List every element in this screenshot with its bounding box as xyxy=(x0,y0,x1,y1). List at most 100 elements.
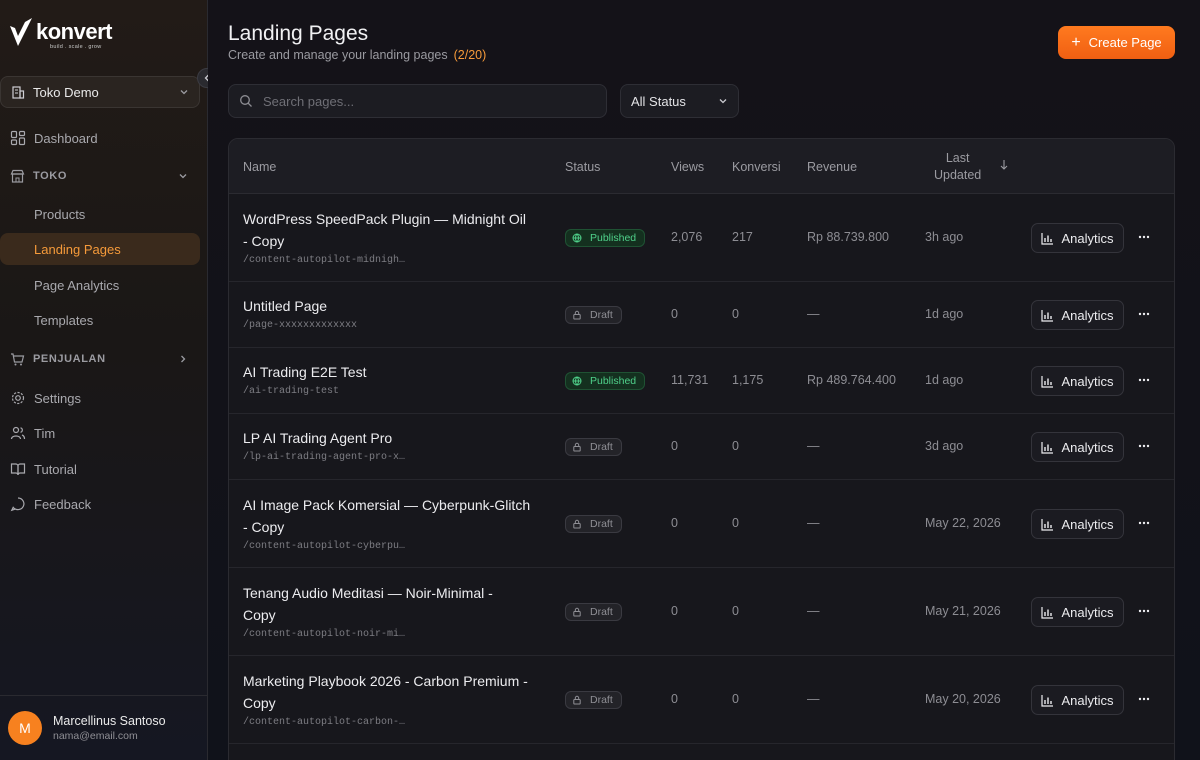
views-value: 2,076 xyxy=(671,230,703,244)
page-title-continuation[interactable]: Copy xyxy=(243,604,543,626)
sidebar-item-tim[interactable]: Tim xyxy=(0,417,200,449)
column-header-last-updated[interactable]: Last Updated xyxy=(934,139,981,194)
store-name: Toko Demo xyxy=(33,84,99,100)
message-icon xyxy=(10,497,25,512)
gear-icon xyxy=(11,391,25,405)
bar-chart-icon xyxy=(1041,375,1054,388)
more-options-button[interactable] xyxy=(1136,229,1152,245)
revenue-value: — xyxy=(807,307,820,321)
table-row[interactable]: AI Trading E2E Test /ai-trading-test Pub… xyxy=(229,348,1174,414)
sidebar-item-label: Page Analytics xyxy=(34,277,120,293)
table-row[interactable]: Tenang Audio Meditasi — Noir-Minimal - C… xyxy=(229,568,1174,656)
page-title-link[interactable]: LP AI Trading Agent Pro xyxy=(243,427,543,449)
column-header-revenue[interactable]: Revenue xyxy=(807,139,857,194)
more-options-button[interactable] xyxy=(1136,372,1152,388)
analytics-button-label: Analytics xyxy=(1061,516,1114,532)
table-row[interactable]: Marketing Playbook 2026 - Carbon Premium… xyxy=(229,656,1174,744)
page-title: Landing Pages xyxy=(228,22,369,45)
last-updated-value: May 22, 2026 xyxy=(925,516,1001,530)
analytics-button[interactable]: Analytics xyxy=(1031,685,1124,715)
status-filter-select[interactable]: All Status xyxy=(620,84,739,118)
column-header-views[interactable]: Views xyxy=(671,139,704,194)
page-title-link[interactable]: AI Image Pack Komersial — Cyberpunk-Glit… xyxy=(243,494,543,516)
status-badge: Draft xyxy=(565,515,622,533)
bar-chart-icon xyxy=(1041,232,1054,245)
sort-desc-icon[interactable] xyxy=(999,159,1009,171)
search-input[interactable] xyxy=(263,93,583,109)
plus-icon: + xyxy=(1071,33,1081,51)
column-header-label: Last xyxy=(945,150,970,165)
sidebar-group-label: PENJUALAN xyxy=(33,353,106,365)
main-content: Landing Pages Create and manage your lan… xyxy=(208,0,1200,760)
page-title-link[interactable]: WordPress SpeedPack Plugin — Midnight Oi… xyxy=(243,208,543,230)
sidebar-item-feedback[interactable]: Feedback xyxy=(0,488,200,520)
page-title-link[interactable]: Tenang Audio Meditasi — Noir-Minimal - xyxy=(243,582,543,604)
column-header-konversi[interactable]: Konversi xyxy=(732,139,781,194)
page-title-continuation[interactable]: - Copy xyxy=(243,230,543,252)
analytics-button[interactable]: Analytics xyxy=(1031,366,1124,396)
table-row[interactable]: AI Image Pack Komersial — Cyberpunk-Glit… xyxy=(229,480,1174,568)
column-header-status[interactable]: Status xyxy=(565,139,600,194)
page-title-link[interactable]: Untitled Page xyxy=(243,295,543,317)
sidebar-item-dashboard[interactable]: Dashboard xyxy=(0,122,200,154)
sidebar-item-products[interactable]: Products xyxy=(0,198,200,230)
page-title-link[interactable]: AI Trading E2E Test xyxy=(243,361,543,383)
sidebar-item-tutorial[interactable]: Tutorial xyxy=(0,453,200,485)
column-header-name[interactable]: Name xyxy=(243,139,276,194)
analytics-button[interactable]: Analytics xyxy=(1031,432,1124,462)
table-header: Name Status Views Konversi Revenue Last … xyxy=(229,139,1174,194)
sidebar-item-page-analytics[interactable]: Page Analytics xyxy=(0,269,200,301)
table-row[interactable]: WordPress SpeedPack Plugin — Midnight Oi… xyxy=(229,194,1174,282)
status-label: Draft xyxy=(590,309,613,321)
status-label: Published xyxy=(590,375,637,387)
sidebar-group-penjualan[interactable]: PENJUALAN xyxy=(0,345,200,373)
more-options-button[interactable] xyxy=(1136,691,1152,707)
create-page-button[interactable]: + Create Page xyxy=(1058,26,1175,59)
user-email: nama@email.com xyxy=(53,730,138,742)
user-profile[interactable]: M Marcellinus Santoso nama@email.com xyxy=(0,695,208,760)
konvert-logo[interactable]: konvert build . scale . grow xyxy=(8,16,112,50)
analytics-button[interactable]: Analytics xyxy=(1031,509,1124,539)
sidebar-item-label: Products xyxy=(34,206,86,222)
search-box[interactable] xyxy=(228,84,607,118)
last-updated-value: May 20, 2026 xyxy=(925,692,1001,706)
analytics-button[interactable]: Analytics xyxy=(1031,597,1124,627)
more-options-button[interactable] xyxy=(1136,603,1152,619)
users-icon xyxy=(10,426,26,440)
revenue-value: — xyxy=(807,516,820,530)
page-subtitle-text: Create and manage your landing pages xyxy=(228,48,448,62)
more-horizontal-icon xyxy=(1138,521,1150,525)
status-badge: Draft xyxy=(565,438,622,456)
page-count: (2/20) xyxy=(453,48,487,62)
store-selector[interactable]: Toko Demo xyxy=(0,76,200,108)
last-updated-value: 1d ago xyxy=(925,373,964,387)
more-options-button[interactable] xyxy=(1136,306,1152,322)
views-value: 0 xyxy=(671,307,678,321)
globe-icon xyxy=(572,376,582,386)
konversi-value: 0 xyxy=(732,516,739,530)
analytics-button[interactable]: Analytics xyxy=(1031,223,1124,253)
sidebar-item-settings[interactable]: Settings xyxy=(0,382,200,414)
more-options-button[interactable] xyxy=(1136,515,1152,531)
column-header-label: Updated xyxy=(934,167,982,182)
sidebar-item-landing-pages[interactable]: Landing Pages xyxy=(0,233,200,265)
page-title-continuation[interactable]: Copy xyxy=(243,692,543,714)
table-row[interactable]: Untitled Page /page-xxxxxxxxxxxxx Draft … xyxy=(229,282,1174,348)
landing-pages-table: Name Status Views Konversi Revenue Last … xyxy=(228,138,1175,760)
sidebar-item-label: Dashboard xyxy=(34,130,98,146)
page-slug: /lp-ai-trading-agent-pro-x… xyxy=(243,452,406,463)
revenue-value: Rp 489.764.400 xyxy=(807,373,896,387)
more-horizontal-icon xyxy=(1138,697,1150,701)
sidebar-item-templates[interactable]: Templates xyxy=(0,304,200,336)
analytics-button[interactable]: Analytics xyxy=(1031,300,1124,330)
analytics-button-label: Analytics xyxy=(1061,604,1114,620)
page-title-continuation[interactable]: - Copy xyxy=(243,516,543,538)
sidebar-item-label: Tim xyxy=(34,425,56,441)
revenue-value: — xyxy=(807,692,820,706)
user-name: Marcellinus Santoso xyxy=(53,714,166,728)
sidebar-group-toko[interactable]: TOKO xyxy=(0,162,200,190)
table-row[interactable]: LP AI Trading Agent Pro /lp-ai-trading-a… xyxy=(229,414,1174,480)
status-icon xyxy=(572,695,586,705)
page-title-link[interactable]: Marketing Playbook 2026 - Carbon Premium… xyxy=(243,670,543,692)
more-options-button[interactable] xyxy=(1136,438,1152,454)
